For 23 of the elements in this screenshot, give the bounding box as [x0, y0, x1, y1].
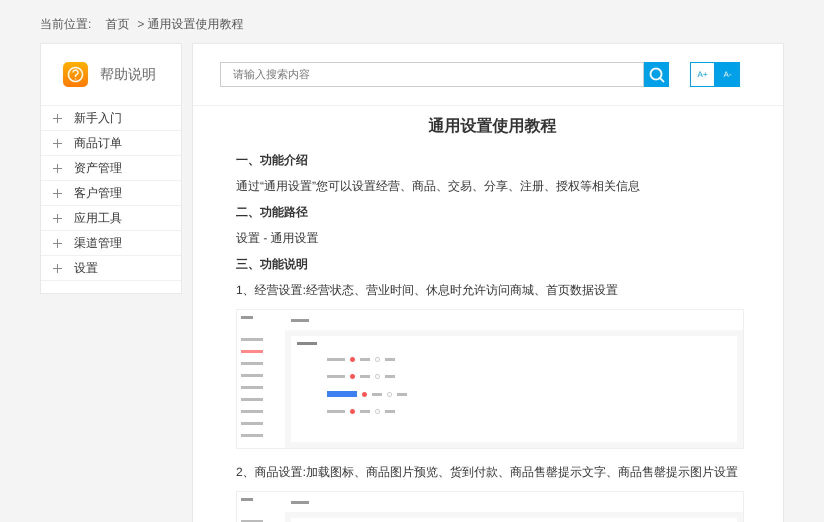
breadcrumb-link[interactable]: > 通用设置使用教程 — [137, 15, 244, 33]
search-button[interactable] — [644, 62, 669, 87]
section-heading: 一、功能介绍 — [236, 153, 309, 167]
sidebar-title: 帮助说明 — [100, 65, 156, 84]
article-title: 通用设置使用教程 — [428, 117, 558, 137]
section-heading: 三、功能说明 — [236, 257, 309, 271]
sidebar-item[interactable]: 客户管理 — [41, 181, 181, 206]
search-field[interactable]: 请输入搜索内容 — [220, 62, 644, 87]
paragraph: 设置 - 通用设置 — [236, 231, 320, 245]
paragraph: 通过“通用设置”您可以设置经营、商品、交易、分享、注册、授权等相关信息 — [236, 179, 641, 193]
paragraph: 1、经营设置:经营状态、营业时间、休息时允许访问商城、首页数据设置 — [236, 283, 620, 297]
paragraph: 2、商品设置:加载图标、商品图片预览、货到付款、商品售罄提示文字、商品售罄提示图片设置 — [236, 465, 740, 479]
search-icon — [648, 66, 664, 82]
sidebar-item[interactable]: 设置 — [41, 256, 181, 281]
breadcrumb-label: 当前位置: — [40, 16, 92, 33]
sidebar-item[interactable]: 资产管理 — [41, 156, 181, 181]
breadcrumb-link[interactable]: 首页 — [105, 15, 130, 33]
help-icon — [63, 62, 88, 87]
section-heading: 二、功能路径 — [236, 205, 309, 219]
sidebar-item[interactable]: 渠道管理 — [41, 231, 181, 256]
sidebar-item[interactable]: 应用工具 — [41, 206, 181, 231]
sidebar-item[interactable]: 商品订单 — [41, 131, 181, 156]
sidebar-item[interactable]: 新手入门 — [41, 106, 181, 131]
